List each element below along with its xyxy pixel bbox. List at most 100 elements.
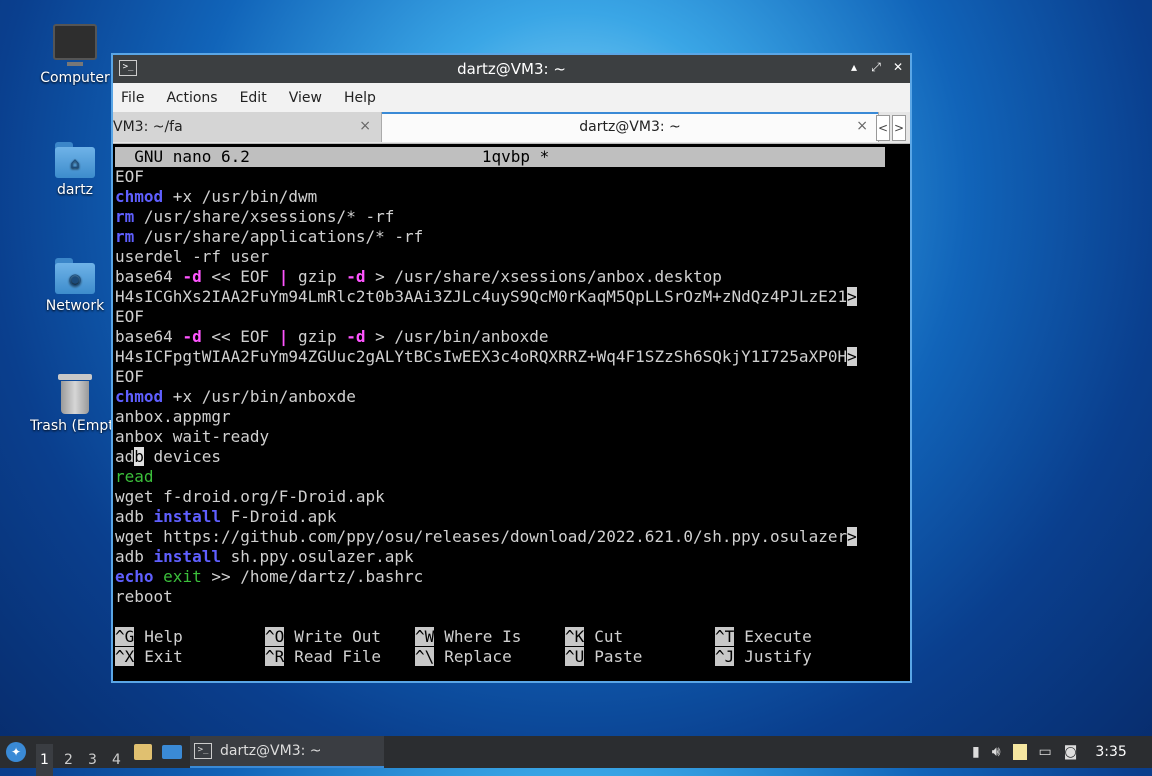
nano-text: anbox.appmgr (115, 407, 231, 426)
workspace-1[interactable]: 1 (36, 744, 53, 776)
tab-next-button[interactable]: > (892, 115, 906, 141)
nano-line[interactable]: H4sICFpgtWIAA2FuYm94ZGUuc2gALYtBCsIwEEX3… (115, 347, 910, 367)
nano-text: wget https://github.com/ppy/osu/releases… (115, 527, 848, 546)
shortcut-item: ^R Read File (265, 647, 415, 667)
menu-actions[interactable]: Actions (166, 90, 217, 106)
system-tray: ▮ 🔊︎ ▭ ◙ 3:35 (960, 736, 1127, 768)
tab-vm3-fa[interactable]: VM3: ~/fa × (113, 112, 381, 142)
nano-text: > /usr/share/xsessions/anbox.desktop (365, 267, 722, 286)
close-button[interactable]: ✕ (892, 60, 904, 75)
nano-buffer[interactable]: EOF chmod +x /usr/bin/dwm rm /usr/share/xs… (115, 167, 910, 607)
nano-text: << EOF (201, 327, 279, 346)
nano-line[interactable]: EOF (115, 367, 910, 387)
tab-prev-button[interactable]: < (876, 115, 890, 141)
nano-line[interactable]: wget https://github.com/ppy/osu/releases… (115, 527, 910, 547)
terminal-icon: >_ (194, 743, 212, 759)
tab-close-icon[interactable]: × (856, 118, 868, 134)
desktop-launcher[interactable] (162, 736, 182, 768)
nano-line[interactable]: chmod +x /usr/bin/dwm (115, 187, 910, 207)
nano-text: chmod (115, 187, 164, 206)
terminal-window[interactable]: >_ dartz@VM3: ~ ▴ ⤢ ✕ File Actions Edit … (111, 53, 912, 683)
nano-line[interactable]: userdel -rf user (115, 247, 910, 267)
nano-shortcuts: ^G Help ^O Write Out ^W Where Is ^K Cut ^T Execut… (115, 627, 865, 667)
nano-text (154, 567, 164, 586)
shortcut-item: ^O Write Out (265, 627, 415, 647)
nano-text: gzip (288, 267, 347, 286)
nano-line[interactable]: rm /usr/share/xsessions/* -rf (115, 207, 910, 227)
nano-line[interactable]: EOF (115, 307, 910, 327)
tab-close-icon[interactable]: × (359, 118, 371, 134)
menu-bar: File Actions Edit View Help (113, 83, 910, 112)
line-overflow-marker: > (847, 347, 857, 366)
nano-line[interactable]: anbox wait-ready (115, 427, 910, 447)
nano-text: /usr/share/applications/* -rf (134, 227, 424, 246)
shortcut-item: ^G Help (115, 627, 265, 647)
nano-text: /usr/share/xsessions/* -rf (134, 207, 395, 226)
minimize-button[interactable]: ▴ (848, 60, 860, 75)
terminal-content[interactable]: GNU nano 6.2 1qvbp * EOF chmod +x /usr/bin… (115, 147, 910, 681)
nano-line[interactable]: wget f-droid.org/F-Droid.apk (115, 487, 910, 507)
nano-text: anbox wait-ready (115, 427, 270, 446)
network-icon[interactable]: ▭ (1039, 744, 1052, 760)
shortcut-item: ^K Cut (565, 627, 715, 647)
maximize-button[interactable]: ⤢ (870, 60, 882, 75)
tab-label: VM3: ~/fa (113, 119, 183, 135)
nano-line[interactable]: EOF (115, 167, 910, 187)
workspace-4[interactable]: 4 (112, 744, 121, 776)
workspace-2[interactable]: 2 (64, 744, 73, 776)
volume-icon[interactable]: 🔊︎ (992, 744, 1001, 760)
shortcut-label: Replace (444, 647, 512, 666)
shortcut-row: ^X Exit ^R Read File ^\ Replace ^U Paste ^J Justi… (115, 647, 865, 667)
nano-text: wget f-droid.org/F-Droid.apk (115, 487, 385, 506)
nano-text: H4sICGhXs2IAA2FuYm94LmRlc2t0b3AAi3ZJLc4u… (115, 287, 848, 306)
shortcut-item: ^U Paste (565, 647, 715, 667)
nano-filename: 1qvbp * (481, 147, 550, 166)
nano-line[interactable]: adb install F-Droid.apk (115, 507, 910, 527)
nano-text: << EOF (201, 267, 279, 286)
window-titlebar[interactable]: >_ dartz@VM3: ~ ▴ ⤢ ✕ (113, 55, 910, 83)
shortcut-label: Justify (744, 647, 812, 666)
line-overflow-marker: > (847, 287, 857, 306)
file-manager-launcher[interactable] (134, 736, 152, 768)
nano-line[interactable]: base64 -d << EOF | gzip -d > /usr/bin/an… (115, 327, 910, 347)
nano-text: +x /usr/bin/dwm (163, 187, 318, 206)
nano-text: >> /home/dartz/.bashrc (201, 567, 424, 586)
nano-line[interactable]: H4sICGhXs2IAA2FuYm94LmRlc2t0b3AAi3ZJLc4u… (115, 287, 910, 307)
shortcut-label: Execute (744, 627, 812, 646)
shortcut-item: ^J Justify (715, 647, 865, 667)
desktop-icon (162, 745, 182, 759)
nano-line[interactable]: adb install sh.ppy.osulazer.apk (115, 547, 910, 567)
nano-line[interactable]: rm /usr/share/applications/* -rf (115, 227, 910, 247)
shortcut-item: ^W Where Is (415, 627, 565, 647)
nano-line[interactable]: adb devices (115, 447, 910, 467)
nano-line[interactable]: anbox.appmgr (115, 407, 910, 427)
start-menu-button[interactable]: ✦ (6, 742, 26, 762)
workspace-3[interactable]: 3 (88, 744, 97, 776)
menu-view[interactable]: View (289, 90, 322, 106)
shortcut-label: Exit (144, 647, 183, 666)
shortcut-label: Help (144, 627, 183, 646)
nano-line[interactable]: reboot (115, 587, 910, 607)
shortcut-item: ^T Execute (715, 627, 865, 647)
menu-file[interactable]: File (121, 90, 144, 106)
nano-line[interactable]: chmod +x /usr/bin/anboxde (115, 387, 910, 407)
nano-line[interactable]: read (115, 467, 910, 487)
menu-help[interactable]: Help (344, 90, 376, 106)
notification-icon[interactable]: ◙ (1064, 744, 1078, 760)
notes-icon[interactable] (1012, 744, 1027, 760)
tab-dartz-vm3[interactable]: dartz@VM3: ~ × (381, 112, 879, 142)
line-overflow-marker: > (847, 527, 857, 546)
menu-edit[interactable]: Edit (240, 90, 267, 106)
taskbar-task-terminal[interactable]: >_ dartz@VM3: ~ (190, 736, 384, 768)
nano-text: EOF (115, 167, 144, 186)
nano-text: | (278, 267, 289, 286)
tab-bar: VM3: ~/fa × dartz@VM3: ~ × < > (113, 112, 910, 144)
nano-line[interactable]: echo exit >> /home/dartz/.bashrc (115, 567, 910, 587)
clipboard-icon[interactable]: ▮ (972, 744, 980, 760)
nano-line[interactable]: base64 -d << EOF | gzip -d > /usr/share/… (115, 267, 910, 287)
clock[interactable]: 3:35 (1095, 744, 1126, 760)
nano-text: chmod (115, 387, 164, 406)
nano-text: -d (346, 267, 366, 286)
shortcut-row: ^G Help ^O Write Out ^W Where Is ^K Cut ^T Execut… (115, 627, 865, 647)
nano-text: exit (163, 567, 202, 586)
